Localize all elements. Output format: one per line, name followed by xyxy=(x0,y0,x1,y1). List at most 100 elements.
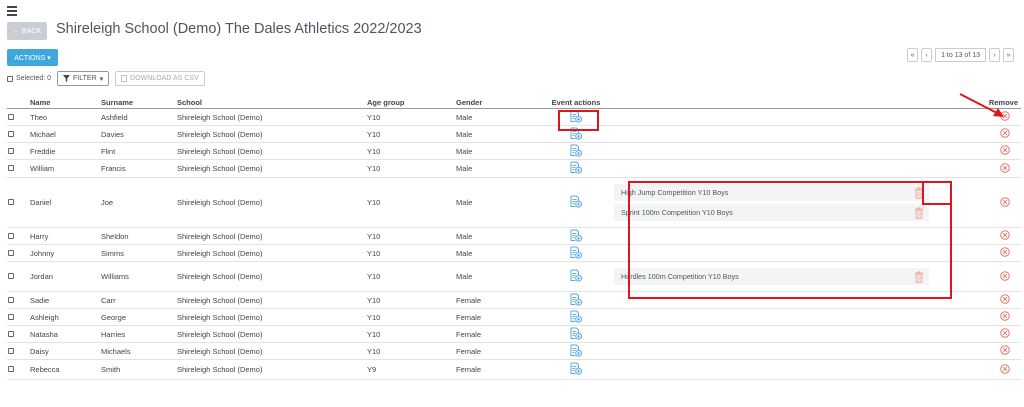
add-event-icon[interactable] xyxy=(570,246,583,261)
add-event-icon[interactable] xyxy=(570,110,583,125)
cell-surname: Joe xyxy=(101,177,177,228)
add-event-icon[interactable] xyxy=(570,310,583,325)
remove-circle-icon[interactable] xyxy=(1000,128,1010,140)
cell-name: Michael xyxy=(30,125,101,143)
cell-surname: Harries xyxy=(101,325,177,343)
cell-gender: Male xyxy=(456,244,546,262)
back-button[interactable]: ← BACK xyxy=(7,22,47,40)
cell-surname: Sheldon xyxy=(101,227,177,245)
row-checkbox[interactable] xyxy=(8,366,14,372)
row-checkbox[interactable] xyxy=(8,273,14,279)
cell-surname: Francis xyxy=(101,159,177,178)
cell-surname: Simms xyxy=(101,244,177,262)
col-surname[interactable]: Surname xyxy=(101,97,177,109)
trash-icon[interactable] xyxy=(914,206,924,219)
cell-school: Shireleigh School (Demo) xyxy=(177,177,367,228)
remove-circle-icon[interactable] xyxy=(1000,162,1010,175)
add-event-icon[interactable] xyxy=(570,144,583,159)
cell-gender: Male xyxy=(456,261,546,292)
remove-circle-icon[interactable] xyxy=(1000,111,1010,123)
download-csv-button[interactable]: DOWNLOAD AS CSV xyxy=(115,71,205,86)
cell-surname: Smith xyxy=(101,359,177,380)
cell-name: Theo xyxy=(30,108,101,126)
page-range: 1 to 13 of 13 xyxy=(935,48,986,62)
cell-gender: Female xyxy=(456,291,546,309)
row-checkbox[interactable] xyxy=(8,113,14,120)
table-row: Ashleigh George Shireleigh School (Demo) Y1… xyxy=(7,308,1021,326)
col-school[interactable]: School xyxy=(177,97,367,109)
cell-name: Harry xyxy=(30,227,101,245)
cell-name: Natasha xyxy=(30,325,101,343)
row-checkbox[interactable] xyxy=(8,296,14,303)
event-entry: Hurdles 100m Competition Y10 Boys xyxy=(614,268,929,285)
filter-button[interactable]: FILTER ▾ xyxy=(57,71,110,86)
table-toolbar: Selected: 0 FILTER ▾ DOWNLOAD AS CSV xyxy=(7,71,205,86)
cell-name: Sadie xyxy=(30,291,101,309)
add-event-icon[interactable] xyxy=(570,293,583,308)
col-name[interactable]: Name xyxy=(30,97,101,109)
add-event-icon[interactable] xyxy=(570,127,583,142)
next-page-button[interactable]: › xyxy=(989,48,1000,62)
cell-school: Shireleigh School (Demo) xyxy=(177,325,367,343)
table-row: Theo Ashfield Shireleigh School (Demo) Y10 M… xyxy=(7,108,1021,126)
cell-surname: Michaels xyxy=(101,342,177,360)
remove-circle-icon[interactable] xyxy=(1000,145,1010,157)
row-checkbox[interactable] xyxy=(8,165,14,171)
cell-age-group: Y10 xyxy=(367,227,456,245)
event-entry: High Jump Competition Y10 Boys xyxy=(614,184,929,201)
remove-circle-icon[interactable] xyxy=(1000,328,1010,340)
table-row: Daniel Joe Shireleigh School (Demo) Y10 Male… xyxy=(7,177,1021,228)
row-checkbox[interactable] xyxy=(8,147,14,154)
filter-icon xyxy=(63,75,71,82)
first-page-button[interactable]: « xyxy=(907,48,919,62)
cell-gender: Male xyxy=(456,142,546,160)
cell-gender: Male xyxy=(456,159,546,178)
add-event-icon[interactable] xyxy=(570,269,583,284)
add-event-icon[interactable] xyxy=(570,362,583,377)
cell-surname: Flint xyxy=(101,142,177,160)
table-row: Natasha Harries Shireleigh School (Demo) Y1… xyxy=(7,325,1021,343)
remove-circle-icon[interactable] xyxy=(1000,345,1010,357)
col-gender[interactable]: Gender xyxy=(456,97,546,109)
row-checkbox[interactable] xyxy=(8,130,14,137)
row-checkbox[interactable] xyxy=(8,347,14,354)
add-event-icon[interactable] xyxy=(570,327,583,342)
remove-circle-icon[interactable] xyxy=(1000,294,1010,306)
remove-circle-icon[interactable] xyxy=(1000,363,1010,376)
row-checkbox[interactable] xyxy=(8,232,14,239)
col-event-actions: Event actions xyxy=(546,97,606,109)
row-checkbox[interactable] xyxy=(8,249,14,256)
cell-school: Shireleigh School (Demo) xyxy=(177,159,367,178)
select-all-checkbox[interactable] xyxy=(7,75,13,82)
remove-circle-icon[interactable] xyxy=(1000,247,1010,259)
filter-label: FILTER xyxy=(73,75,97,82)
row-checkbox[interactable] xyxy=(8,330,14,337)
last-page-button[interactable]: » xyxy=(1003,48,1014,62)
remove-circle-icon[interactable] xyxy=(1000,270,1010,283)
selected-label: Selected: 0 xyxy=(16,75,52,82)
trash-icon[interactable] xyxy=(914,270,924,283)
trash-icon[interactable] xyxy=(914,186,924,199)
col-age-group[interactable]: Age group xyxy=(367,97,456,109)
actions-button[interactable]: ACTIONS ▾ xyxy=(7,49,58,66)
cell-gender: Female xyxy=(456,359,546,380)
row-checkbox[interactable] xyxy=(8,199,14,205)
add-event-icon[interactable] xyxy=(570,344,583,359)
prev-page-button[interactable]: ‹ xyxy=(921,48,933,62)
row-checkbox[interactable] xyxy=(8,313,14,320)
menu-icon[interactable] xyxy=(7,6,17,16)
event-list: Hurdles 100m Competition Y10 Boys xyxy=(606,262,989,291)
remove-circle-icon[interactable] xyxy=(1000,196,1010,209)
remove-circle-icon[interactable] xyxy=(1000,311,1010,323)
add-event-icon[interactable] xyxy=(570,229,583,244)
table-row: Rebecca Smith Shireleigh School (Demo) Y9 Fe… xyxy=(7,359,1021,380)
cell-age-group: Y10 xyxy=(367,159,456,178)
cell-school: Shireleigh School (Demo) xyxy=(177,125,367,143)
cell-gender: Male xyxy=(456,177,546,228)
cell-gender: Female xyxy=(456,342,546,360)
table-header-row: Name Surname School Age group Gender Eve… xyxy=(7,97,1021,109)
remove-circle-icon[interactable] xyxy=(1000,230,1010,242)
add-event-icon[interactable] xyxy=(570,161,583,176)
cell-surname: Ashfield xyxy=(101,108,177,126)
add-event-icon[interactable] xyxy=(570,195,583,210)
